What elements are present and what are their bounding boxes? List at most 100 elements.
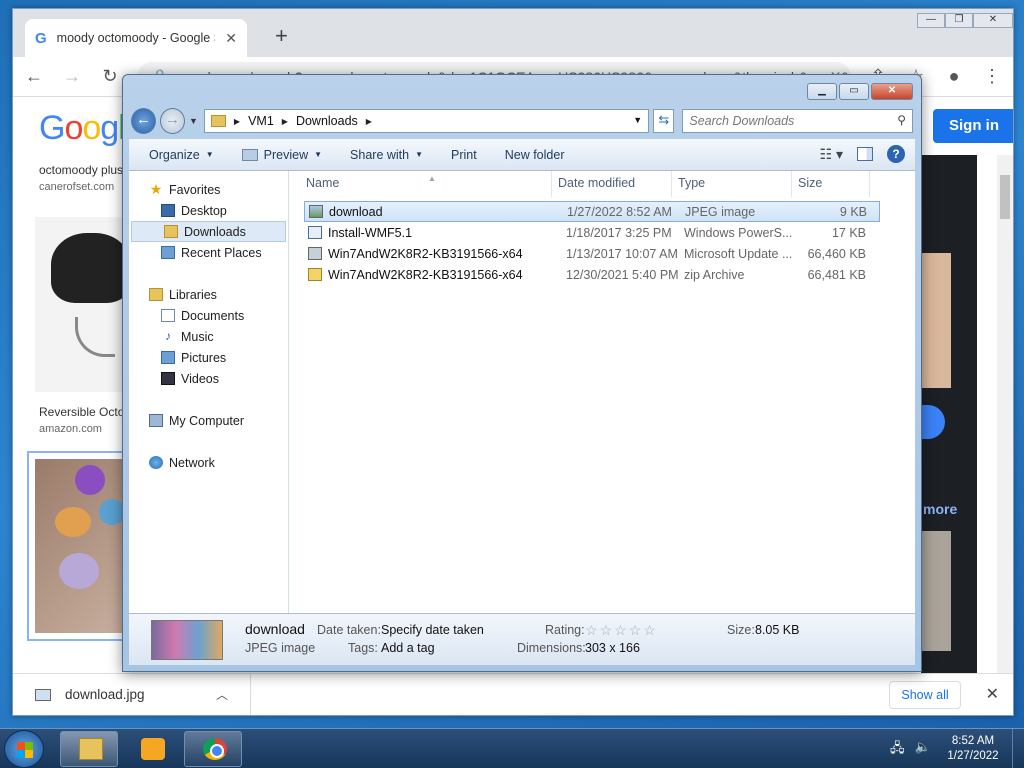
share-with-menu[interactable]: Share with ▼ bbox=[336, 148, 437, 162]
breadcrumb-item-downloads[interactable]: Downloads bbox=[296, 114, 358, 128]
change-view-icon[interactable]: ☷ ▾ bbox=[820, 146, 843, 163]
sign-in-button[interactable]: Sign in bbox=[933, 109, 1013, 143]
print-button[interactable]: Print bbox=[437, 148, 491, 162]
taskbar-media-player-button[interactable] bbox=[122, 731, 180, 767]
file-name: Install-WMF5.1 bbox=[328, 225, 413, 240]
file-size: 9 KB bbox=[839, 204, 867, 219]
history-dropdown-icon[interactable]: ▼ bbox=[189, 116, 198, 126]
new-folder-button[interactable]: New folder bbox=[491, 148, 579, 162]
nav-item-pictures[interactable]: Pictures bbox=[129, 347, 288, 368]
breadcrumb-separator-icon[interactable]: ▶ bbox=[366, 117, 372, 126]
new-folder-label: New folder bbox=[504, 147, 565, 162]
nav-item-network[interactable]: Network bbox=[129, 452, 288, 473]
breadcrumb-separator-icon[interactable]: ▶ bbox=[282, 117, 288, 126]
file-row-download[interactable]: download 1/27/2022 8:52 AM JPEG image 9 … bbox=[304, 201, 880, 222]
powershell-script-icon bbox=[308, 226, 322, 239]
nav-item-my-computer[interactable]: My Computer bbox=[129, 410, 288, 431]
preview-image[interactable] bbox=[921, 253, 951, 388]
file-list: ▲ Name Date modified Type Size download 1… bbox=[290, 171, 915, 613]
result-title[interactable]: Reversible Octo bbox=[39, 405, 124, 419]
taskbar-chrome-button[interactable] bbox=[184, 731, 242, 767]
browser-tab[interactable]: G moody octomoody - Google Sea ✕ bbox=[25, 19, 247, 57]
search-icon[interactable]: ⚲ bbox=[897, 113, 906, 127]
breadcrumb-separator-icon[interactable]: ▶ bbox=[234, 117, 240, 126]
maximize-button[interactable]: ▭ bbox=[839, 83, 869, 100]
computer-icon bbox=[149, 414, 163, 427]
column-headers: ▲ Name Date modified Type Size bbox=[290, 171, 883, 197]
close-downloads-bar-icon[interactable]: ✕ bbox=[986, 684, 999, 704]
breadcrumb[interactable]: ▶ VM1 ▶ Downloads ▶ ▼ bbox=[203, 109, 650, 133]
more-link[interactable]: more bbox=[923, 501, 957, 517]
back-button[interactable]: ← bbox=[131, 108, 156, 134]
file-name: Win7AndW2K8R2-KB3191566-x64 bbox=[328, 267, 523, 282]
organize-menu[interactable]: Organize ▼ bbox=[135, 148, 228, 162]
chrome-minimize-button[interactable]: — bbox=[917, 13, 945, 28]
taskbar-explorer-button[interactable] bbox=[60, 731, 118, 767]
volume-icon[interactable]: 🔈 bbox=[915, 739, 931, 761]
star-icon[interactable]: ☆ bbox=[600, 622, 615, 638]
result-title[interactable]: octomoody plus bbox=[39, 163, 123, 177]
star-icon[interactable]: ☆ bbox=[585, 622, 600, 638]
date-taken-value[interactable]: Specify date taken bbox=[381, 623, 484, 637]
column-header-name[interactable]: ▲ Name bbox=[290, 171, 552, 197]
search-input[interactable]: Search Downloads ⚲ bbox=[682, 109, 913, 133]
star-icon[interactable]: ☆ bbox=[629, 622, 644, 638]
minimize-button[interactable]: ▁ bbox=[807, 83, 837, 100]
nav-item-documents[interactable]: Documents bbox=[129, 305, 288, 326]
show-all-button[interactable]: Show all bbox=[889, 681, 961, 709]
window-controls: ▁ ▭ ✕ bbox=[807, 83, 913, 100]
preview-pane-icon[interactable] bbox=[857, 147, 873, 161]
column-header-type[interactable]: Type bbox=[672, 171, 792, 197]
download-file-name: download.jpg bbox=[65, 687, 145, 702]
chrome-maximize-button[interactable]: ❐ bbox=[945, 13, 973, 28]
related-image[interactable] bbox=[921, 531, 951, 651]
new-tab-button[interactable]: + bbox=[275, 23, 288, 49]
chrome-close-button[interactable]: ✕ bbox=[973, 13, 1013, 28]
chevron-up-icon[interactable]: ︿ bbox=[216, 686, 228, 703]
download-item[interactable]: download.jpg ︿ bbox=[13, 674, 251, 715]
preview-menu[interactable]: Preview ▼ bbox=[228, 148, 336, 162]
profile-avatar-icon[interactable]: ● bbox=[943, 66, 965, 87]
column-header-size[interactable]: Size bbox=[792, 171, 870, 197]
nav-item-libraries[interactable]: Libraries bbox=[129, 284, 288, 305]
tags-value[interactable]: Add a tag bbox=[381, 641, 435, 655]
nav-item-videos[interactable]: Videos bbox=[129, 368, 288, 389]
file-row-update-zip[interactable]: Win7AndW2K8R2-KB3191566-x64 12/30/2021 5… bbox=[304, 264, 880, 285]
close-button[interactable]: ✕ bbox=[871, 83, 913, 100]
help-icon[interactable]: ? bbox=[887, 145, 905, 163]
nav-item-favorites[interactable]: ★ Favorites bbox=[129, 179, 288, 200]
column-header-date-modified[interactable]: Date modified bbox=[552, 171, 672, 197]
refresh-button[interactable]: ⇆ bbox=[653, 109, 675, 133]
show-desktop-button[interactable] bbox=[1012, 729, 1024, 768]
size-value: 8.05 KB bbox=[755, 623, 800, 637]
file-row-update-msu[interactable]: Win7AndW2K8R2-KB3191566-x64 1/13/2017 10… bbox=[304, 243, 880, 264]
tab-close-icon[interactable]: ✕ bbox=[225, 30, 237, 47]
star-icon[interactable]: ☆ bbox=[614, 622, 629, 638]
start-button[interactable] bbox=[4, 730, 44, 768]
file-type: JPEG image bbox=[685, 204, 756, 219]
forward-arrow-icon[interactable]: → bbox=[61, 66, 83, 87]
nav-item-music[interactable]: ♪ Music bbox=[129, 326, 288, 347]
rating-stars[interactable]: ☆☆☆☆☆ bbox=[585, 622, 658, 639]
file-row-install-wmf[interactable]: Install-WMF5.1 1/18/2017 3:25 PM Windows… bbox=[304, 222, 880, 243]
media-player-icon bbox=[141, 738, 165, 760]
network-tray-icon[interactable]: 🖧 bbox=[890, 739, 905, 761]
nav-item-downloads[interactable]: Downloads bbox=[131, 221, 286, 242]
menu-kebab-icon[interactable]: ⋮ bbox=[981, 66, 1003, 87]
forward-button[interactable]: → bbox=[160, 108, 185, 134]
address-dropdown-icon[interactable]: ▼ bbox=[633, 115, 642, 125]
page-scrollbar[interactable] bbox=[997, 155, 1013, 673]
star-icon[interactable]: ☆ bbox=[643, 622, 658, 638]
clock[interactable]: 8:52 AM 1/27/2022 bbox=[940, 734, 1006, 764]
pictures-icon bbox=[161, 351, 175, 364]
scrollbar-thumb[interactable] bbox=[1000, 175, 1010, 219]
reload-icon[interactable]: ↻ bbox=[99, 66, 121, 87]
breadcrumb-item-vm1[interactable]: VM1 bbox=[248, 114, 274, 128]
nav-item-recent-places[interactable]: Recent Places bbox=[129, 242, 288, 263]
octopus-image[interactable] bbox=[35, 217, 135, 392]
preview-action-button[interactable] bbox=[919, 405, 945, 439]
nav-item-desktop[interactable]: Desktop bbox=[129, 200, 288, 221]
organize-label: Organize bbox=[149, 147, 200, 162]
back-arrow-icon[interactable]: ← bbox=[23, 66, 45, 87]
file-thumbnail bbox=[151, 620, 223, 660]
